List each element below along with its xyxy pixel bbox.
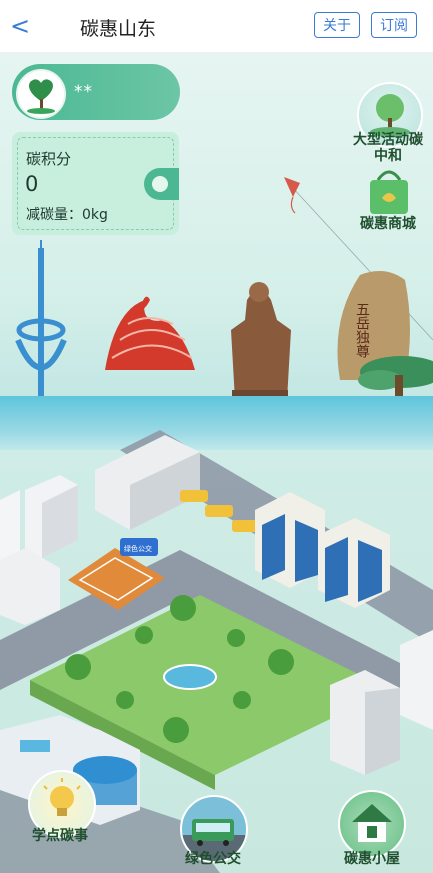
carbon-house-label[interactable]: 碳惠小屋 <box>330 848 414 868</box>
page-title: 碳惠山东 <box>80 18 157 40</box>
top-bar <box>0 0 433 53</box>
carbon-points-value: 0 <box>25 172 39 196</box>
green-bus-label[interactable]: 绿色公交 <box>171 848 255 868</box>
shopping-bag-icon[interactable] <box>360 166 418 220</box>
avatar[interactable] <box>16 69 66 119</box>
heart-tree-icon <box>27 79 55 114</box>
user-name: ** <box>74 82 93 102</box>
rock-text: 五岳独尊 <box>354 302 370 358</box>
carbon-points-label: 碳积分 <box>26 150 72 168</box>
landmark-skyline: 五岳独尊 <box>15 240 433 404</box>
toggle-dot-icon <box>152 176 168 192</box>
carbon-reduced-text: 减碳量：0kg <box>26 207 108 223</box>
bus-sign: 绿色公交 <box>124 544 152 553</box>
back-icon[interactable]: < <box>8 12 32 40</box>
about-button[interactable]: 关于 <box>314 12 360 38</box>
subscribe-button[interactable]: 订阅 <box>371 12 417 38</box>
big-event-carbon-neutral-label[interactable]: 大型活动碳中和 <box>352 132 424 164</box>
learn-carbon-label[interactable]: 学点碳事 <box>18 825 102 845</box>
carbon-mall-label[interactable]: 碳惠商城 <box>352 213 424 233</box>
